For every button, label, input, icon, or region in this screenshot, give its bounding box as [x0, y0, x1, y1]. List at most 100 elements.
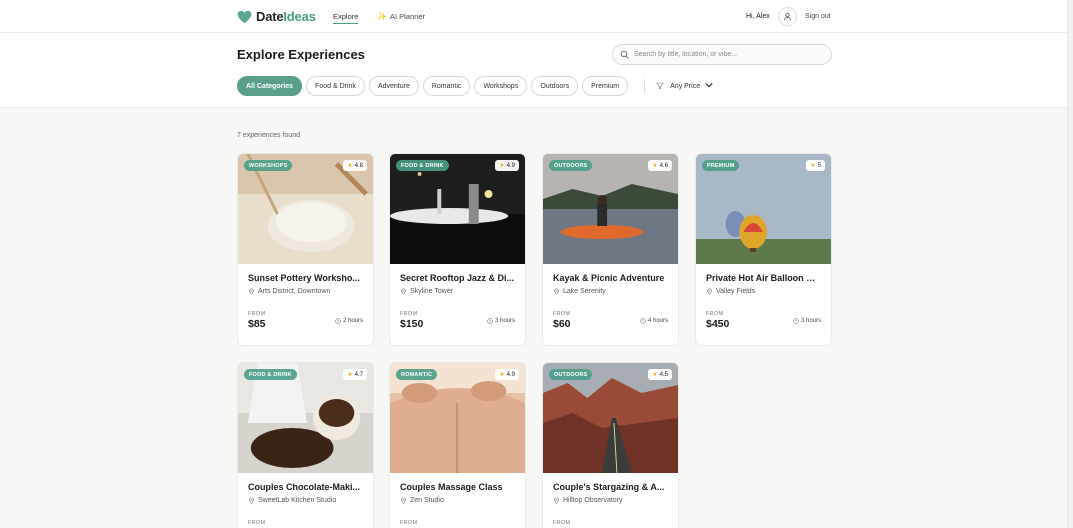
card-price: $450	[706, 318, 730, 330]
star-icon: ★	[347, 163, 353, 169]
card-location: Skyline Tower	[400, 288, 515, 295]
from-label: FROM	[553, 520, 571, 526]
rating-value: 4.9	[506, 162, 515, 169]
chip-premium[interactable]: Premium	[582, 76, 629, 96]
map-pin-icon	[401, 497, 406, 504]
map-pin-icon	[707, 288, 712, 295]
page-header: Explore Experiences All Categories Food …	[0, 33, 1073, 108]
card-price: $150	[400, 318, 424, 330]
location-text: Zen Studio	[410, 497, 444, 504]
location-text: SweetLab Kitchen Studio	[258, 497, 337, 504]
card-duration: 4 hours	[640, 318, 668, 324]
category-badge: OUTDOORS	[549, 369, 593, 380]
star-icon: ★	[499, 372, 505, 378]
location-text: Valley Fields	[716, 288, 756, 295]
location-text: Skyline Tower	[410, 288, 454, 295]
from-label: FROM	[248, 311, 266, 317]
rating-value: 4.9	[506, 371, 515, 378]
star-icon: ★	[652, 372, 658, 378]
card-duration: 3 hours	[793, 318, 821, 324]
chip-food-drink[interactable]: Food & Drink	[306, 76, 365, 96]
category-badge: PREMIUM	[702, 160, 740, 171]
card-image: ROMANTIC ★ 4.9	[390, 363, 525, 473]
experience-card[interactable]: WORKSHOPS ★ 4.8 Sunset Pottery Worksho...…	[237, 153, 374, 346]
star-icon: ★	[499, 163, 505, 169]
chevron-down-icon	[705, 81, 719, 91]
map-pin-icon	[401, 288, 406, 295]
rating-value: 4.8	[354, 162, 363, 169]
card-location: Arts District, Downtown	[248, 288, 363, 295]
search-box[interactable]	[612, 44, 832, 65]
rating-badge: ★ 4.9	[495, 369, 519, 380]
card-image: FOOD & DRINK ★ 4.9	[390, 154, 525, 264]
page-scrollbar[interactable]	[1067, 0, 1073, 528]
card-duration: 2 hours	[335, 318, 363, 324]
experience-card[interactable]: PREMIUM ★ 5 Private Hot Air Balloon Ri...…	[695, 153, 832, 346]
star-icon: ★	[347, 372, 353, 378]
clock-icon	[335, 318, 341, 324]
nav-ai-planner-link[interactable]: ✨ AI Planner	[377, 12, 425, 21]
profile-button[interactable]	[778, 7, 797, 26]
card-title: Sunset Pottery Worksho...	[248, 273, 360, 283]
from-label: FROM	[706, 311, 724, 317]
rating-badge: ★ 4.7	[343, 369, 367, 380]
category-badge: FOOD & DRINK	[244, 369, 297, 380]
map-pin-icon	[249, 288, 254, 295]
card-title: Secret Rooftop Jazz & Di...	[400, 273, 515, 283]
category-badge: WORKSHOPS	[244, 160, 293, 171]
chip-adventure[interactable]: Adventure	[368, 76, 419, 96]
chip-romantic[interactable]: Romantic	[422, 76, 471, 96]
category-badge: ROMANTIC	[396, 369, 438, 380]
experience-card[interactable]: ROMANTIC ★ 4.9 Couples Massage Class Zen …	[389, 362, 526, 528]
category-badge: OUTDOORS	[549, 160, 593, 171]
price-filter-label: Any Price	[670, 82, 701, 90]
rating-badge: ★ 4.5	[648, 369, 672, 380]
location-text: Hilltop Observatory	[563, 497, 623, 504]
search-icon	[620, 50, 629, 59]
duration-text: 2 hours	[342, 318, 363, 324]
card-price: $85	[248, 318, 266, 330]
top-nav: DateIdeas Explore ✨ AI Planner Hi, Alex S…	[0, 0, 1073, 33]
card-title: Private Hot Air Balloon Ri...	[706, 273, 821, 283]
experience-card[interactable]: FOOD & DRINK ★ 4.9 Secret Rooftop Jazz & …	[389, 153, 526, 346]
location-text: Lake Serenity	[563, 288, 606, 295]
category-filters: All Categories Food & Drink Adventure Ro…	[237, 76, 719, 96]
map-pin-icon	[554, 288, 559, 295]
chip-workshops[interactable]: Workshops	[474, 76, 528, 96]
card-image: OUTDOORS ★ 4.5	[543, 363, 678, 473]
price-filter-dropdown[interactable]: Any Price	[656, 81, 719, 91]
experience-card[interactable]: FOOD & DRINK ★ 4.7 Couples Chocolate-Maki…	[237, 362, 374, 528]
chip-outdoors[interactable]: Outdoors	[531, 76, 579, 96]
clock-icon	[487, 318, 493, 324]
filter-divider	[644, 79, 646, 93]
card-title: Couples Massage Class	[400, 482, 503, 492]
card-title: Couples Chocolate-Maki...	[248, 482, 361, 492]
from-label: FROM	[400, 311, 418, 317]
duration-text: 4 hours	[647, 318, 668, 324]
card-duration: 3 hours	[487, 318, 515, 324]
rating-value: 5	[817, 162, 821, 169]
rating-value: 4.5	[659, 371, 668, 378]
card-location: Hilltop Observatory	[553, 497, 668, 504]
card-image: OUTDOORS ★ 4.6	[543, 154, 678, 264]
from-label: FROM	[248, 520, 266, 526]
chip-all-categories[interactable]: All Categories	[237, 76, 303, 96]
brand-logo[interactable]: DateIdeas	[237, 9, 316, 24]
location-text: Arts District, Downtown	[258, 288, 331, 295]
map-pin-icon	[554, 497, 559, 504]
heart-logo-icon	[237, 10, 252, 23]
search-input[interactable]	[634, 51, 824, 58]
experience-card[interactable]: OUTDOORS ★ 4.6 Kayak & Picnic Adventure L…	[542, 153, 679, 346]
duration-text: 3 hours	[800, 318, 821, 324]
filter-icon	[656, 82, 664, 90]
map-pin-icon	[249, 497, 254, 504]
sign-out-link[interactable]: Sign out	[805, 13, 831, 20]
from-label: FROM	[553, 311, 571, 317]
card-image: WORKSHOPS ★ 4.8	[238, 154, 373, 264]
sparkle-icon: ✨	[377, 12, 387, 21]
user-icon	[784, 12, 791, 21]
card-title: Couple's Stargazing & A...	[553, 482, 665, 492]
nav-ai-planner-label: AI Planner	[389, 12, 425, 21]
nav-explore-link[interactable]: Explore	[333, 12, 359, 24]
experience-card[interactable]: OUTDOORS ★ 4.5 Couple's Stargazing & A...…	[542, 362, 679, 528]
